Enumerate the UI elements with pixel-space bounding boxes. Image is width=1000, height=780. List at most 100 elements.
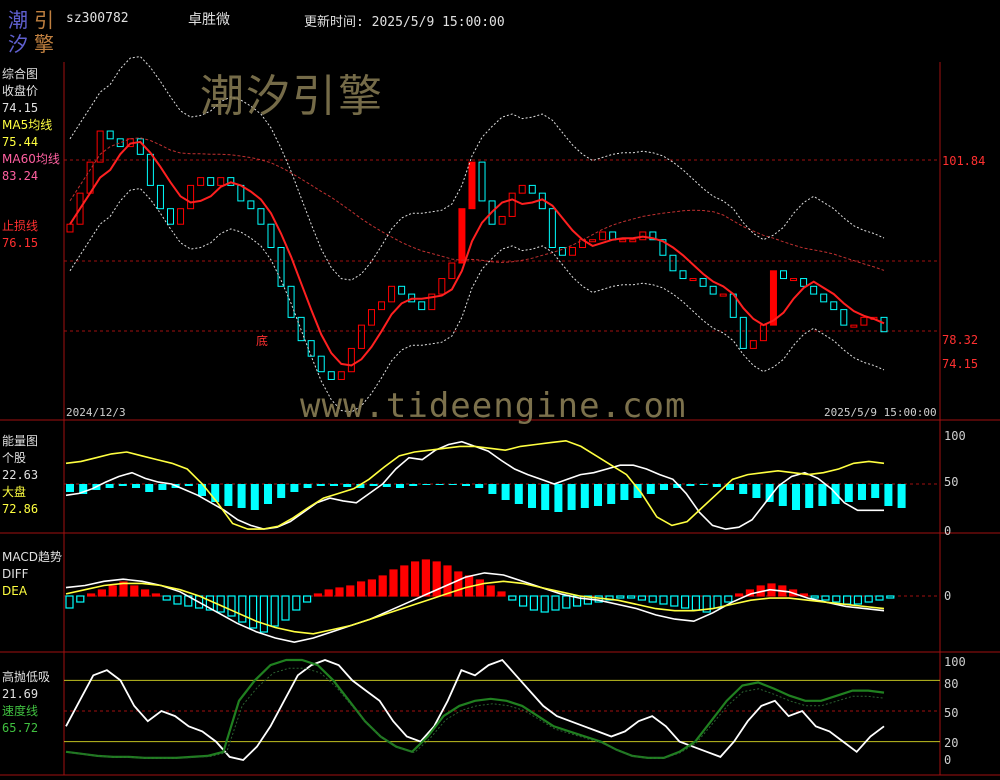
macd-bar-24 bbox=[324, 589, 333, 597]
energy-bar-34 bbox=[514, 484, 523, 504]
macd-bar-19 bbox=[270, 595, 279, 627]
candle-13 bbox=[197, 177, 205, 186]
energy-bar-57 bbox=[818, 484, 827, 506]
stock-energy-label: 个股 bbox=[2, 451, 27, 465]
energy-bar-42 bbox=[620, 484, 629, 500]
panel4-value: 21.69 bbox=[2, 687, 39, 701]
candle-52 bbox=[589, 239, 597, 243]
candle-27 bbox=[337, 371, 345, 380]
macd-bar-39 bbox=[486, 585, 495, 597]
candle-43 bbox=[498, 215, 506, 225]
energy-bar-7 bbox=[158, 484, 167, 490]
candle-71 bbox=[780, 270, 788, 280]
macd-bar-56 bbox=[670, 595, 679, 607]
energy-bar-41 bbox=[607, 484, 616, 504]
energy-bar-0 bbox=[66, 484, 74, 492]
energy-bar-35 bbox=[528, 484, 536, 508]
macd-bar-10 bbox=[173, 595, 182, 605]
energy-tick-0: 0 bbox=[944, 524, 952, 538]
energy-bar-61 bbox=[871, 484, 880, 498]
macd-bar-15 bbox=[227, 595, 236, 617]
macd-bar-55 bbox=[659, 595, 668, 605]
candle-79 bbox=[860, 316, 868, 326]
energy-bar-13 bbox=[237, 484, 246, 508]
candle-55 bbox=[619, 239, 627, 243]
channel-upper bbox=[69, 55, 885, 281]
candle-63 bbox=[699, 278, 707, 287]
macd-bar-23 bbox=[313, 593, 322, 597]
macd-bar-27 bbox=[357, 581, 366, 597]
macd-bar-31 bbox=[400, 565, 409, 597]
macd-bar-9 bbox=[162, 595, 171, 601]
candle-74 bbox=[810, 285, 818, 295]
energy-bar-29 bbox=[448, 484, 457, 485]
candle-41 bbox=[478, 161, 486, 202]
energy-bar-56 bbox=[805, 484, 814, 508]
watermark-cn: 潮汐引擎 bbox=[200, 71, 384, 122]
candle-81 bbox=[880, 316, 888, 333]
dea-label: DEA bbox=[2, 584, 28, 598]
energy-bar-27 bbox=[422, 484, 431, 485]
energy-bar-55 bbox=[792, 484, 800, 510]
candle-4 bbox=[106, 130, 114, 140]
candle-64 bbox=[709, 285, 717, 295]
date-start: 2024/12/3 bbox=[66, 406, 126, 419]
macd-bar-54 bbox=[648, 595, 657, 603]
candle-76 bbox=[830, 301, 838, 311]
hl-tick-20: 20 bbox=[944, 736, 959, 750]
macd-bar-4 bbox=[108, 585, 117, 597]
macd-bar-32 bbox=[411, 561, 420, 597]
energy-bar-39 bbox=[580, 484, 589, 508]
macd-bar-30 bbox=[389, 569, 398, 597]
candle-44 bbox=[508, 192, 516, 217]
energy-bar-10 bbox=[198, 484, 206, 496]
close-label: 收盘价 bbox=[2, 84, 39, 98]
energy-tick-100: 100 bbox=[944, 429, 966, 443]
energy-bar-40 bbox=[594, 484, 602, 506]
candle-62 bbox=[689, 278, 697, 282]
candle-48 bbox=[548, 208, 556, 248]
energy-bar-28 bbox=[435, 484, 444, 485]
stock-energy-value: 22.63 bbox=[2, 468, 39, 482]
candle-31 bbox=[378, 301, 386, 311]
macd-bar-71 bbox=[832, 595, 841, 603]
watermark-url: www.tideengine.com bbox=[300, 386, 687, 426]
energy-bar-30 bbox=[462, 484, 470, 486]
candle-37 bbox=[438, 278, 446, 295]
candle-10 bbox=[166, 208, 174, 225]
channel-lower bbox=[69, 187, 885, 413]
energy-bar-63 bbox=[897, 484, 906, 508]
energy-bar-12 bbox=[224, 484, 233, 506]
macd-bar-57 bbox=[680, 595, 690, 609]
energy-bar-5 bbox=[132, 484, 140, 488]
macd-bar-36 bbox=[454, 571, 463, 597]
hl-line bbox=[65, 658, 885, 761]
stop-value: 76.15 bbox=[2, 236, 39, 250]
candle-8 bbox=[146, 153, 154, 186]
candle-40 bbox=[468, 161, 476, 210]
macd-bar-52 bbox=[626, 595, 636, 599]
speed-line-shadow bbox=[69, 667, 885, 759]
energy-bar-20 bbox=[330, 484, 338, 486]
macd-bar-76 bbox=[886, 595, 895, 599]
macd-bar-35 bbox=[443, 565, 452, 597]
candle-24 bbox=[307, 340, 315, 357]
energy-bar-15 bbox=[264, 484, 272, 504]
macd-bar-33 bbox=[421, 559, 430, 597]
ma5-value: 75.44 bbox=[2, 135, 39, 149]
energy-bar-36 bbox=[541, 484, 550, 510]
macd-bar-45 bbox=[551, 595, 560, 611]
speed-value: 65.72 bbox=[2, 721, 39, 735]
macd-bar-69 bbox=[810, 595, 819, 599]
macd-bar-38 bbox=[475, 579, 484, 597]
macd-bar-62 bbox=[734, 593, 744, 597]
candle-26 bbox=[327, 371, 335, 380]
energy-bar-23 bbox=[369, 484, 378, 486]
candle-19 bbox=[257, 208, 265, 225]
candle-69 bbox=[759, 324, 767, 342]
macd-bar-0 bbox=[65, 595, 74, 609]
candle-61 bbox=[679, 270, 687, 280]
ma60-label: MA60均线 bbox=[2, 152, 60, 166]
candle-70 bbox=[769, 270, 777, 326]
hl-tick-0: 0 bbox=[944, 753, 952, 767]
